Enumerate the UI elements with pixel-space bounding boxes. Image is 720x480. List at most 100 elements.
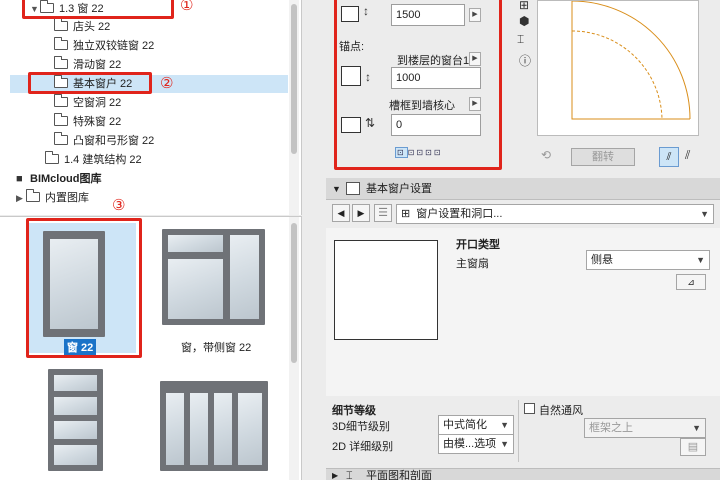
chevron-down-icon: ▼ bbox=[700, 209, 709, 219]
3d-view-icon[interactable]: ⬢ bbox=[519, 14, 529, 28]
tree-item[interactable]: 滑动窗 22 bbox=[53, 56, 122, 74]
folder-icon bbox=[53, 18, 68, 31]
section-header-basic-window[interactable]: ▼ 基本窗户设置 bbox=[326, 178, 720, 200]
thumbnail-window[interactable] bbox=[26, 223, 136, 353]
tree-item[interactable]: 店头 22 bbox=[53, 18, 111, 36]
anchor-reference[interactable]: 到楼层的窗台1 bbox=[397, 52, 469, 68]
chevron-down-icon[interactable]: ▼ bbox=[332, 178, 341, 200]
sill-height-input[interactable]: 1000 bbox=[391, 67, 481, 89]
anchor-option-icon[interactable]: ⊡ bbox=[395, 147, 408, 158]
mirror-left-icon[interactable]: ⫽ bbox=[659, 147, 679, 167]
info-icon[interactable]: ⓘ bbox=[519, 52, 531, 69]
subpanel-nav: ◀ ▶ ☰ ⊞ 窗户设置和洞口... ▼ bbox=[326, 201, 720, 227]
next-panel-button[interactable]: ▶ bbox=[352, 204, 370, 222]
dimension-arrow-icon: ↕ bbox=[365, 70, 371, 84]
folder-icon bbox=[44, 151, 59, 164]
chevron-down-icon: ▼ bbox=[500, 439, 509, 449]
tree-item[interactable]: 独立双铰链窗 22 bbox=[53, 37, 154, 55]
tree-folder-label: 1.4 建筑结构 22 bbox=[64, 154, 142, 166]
opening-type-heading: 开口类型 bbox=[456, 239, 500, 251]
mirror-button[interactable]: 翻转 bbox=[571, 148, 635, 166]
folder-icon bbox=[53, 56, 68, 69]
natural-vent-label: 自然通风 bbox=[539, 405, 583, 417]
mirror-right-icon[interactable]: ⫽ bbox=[685, 148, 690, 163]
anchor-point-selector[interactable]: ⊡ ⊡⊡⊡⊡ bbox=[395, 147, 463, 162]
grid-view-icon[interactable]: ⊞ bbox=[519, 0, 529, 12]
chevron-right-icon[interactable]: ▶ bbox=[332, 469, 338, 480]
detail-3d-value: 中式简化 bbox=[443, 419, 487, 431]
tree-item-label: 滑动窗 22 bbox=[73, 59, 122, 71]
tree-scrollbar[interactable] bbox=[289, 0, 299, 215]
subpanel-label: 窗户设置和洞口... bbox=[416, 208, 503, 220]
detail-level-heading: 细节等级 bbox=[332, 405, 376, 417]
section-view-icon[interactable]: ⌶ bbox=[517, 32, 524, 47]
tree-item[interactable]: 特殊窗 22 bbox=[53, 113, 121, 131]
reveal-label[interactable]: 槽框到墙核心 bbox=[389, 97, 455, 113]
detail-3d-dropdown[interactable]: 中式简化 ▼ bbox=[438, 415, 514, 435]
window-image bbox=[162, 229, 265, 325]
main-sash-label: 主窗扇 bbox=[456, 258, 489, 270]
plan-preview bbox=[537, 0, 699, 136]
divider bbox=[518, 400, 519, 462]
dimension-arrow-icon: ↕ bbox=[363, 4, 369, 18]
chevron-down-icon: ▼ bbox=[696, 255, 705, 265]
folder-icon bbox=[53, 37, 68, 50]
anchor-reference-toggle[interactable]: ▶ bbox=[469, 52, 481, 66]
main-sash-dropdown[interactable]: 侧悬 ▼ bbox=[586, 250, 710, 270]
opening-type-preview bbox=[334, 240, 438, 340]
tree-item[interactable]: 空窗洞 22 bbox=[53, 94, 122, 112]
tree-folder-windows[interactable]: ▼ 1.3 窗 22 bbox=[30, 0, 104, 18]
chevron-down-icon[interactable]: ▼ bbox=[30, 0, 40, 18]
sill-height-icon bbox=[341, 66, 361, 86]
opening-settings: 开口类型 主窗扇 侧悬 ▼ ⊿ bbox=[326, 228, 720, 396]
thumbnail-scrollbar[interactable] bbox=[289, 217, 299, 480]
tree-folder-structure[interactable]: 1.4 建筑结构 22 bbox=[44, 151, 142, 169]
reveal-icon bbox=[341, 117, 361, 133]
grid-icon: ⊞ bbox=[401, 208, 411, 220]
vent-dropdown[interactable]: 框架之上 ▼ bbox=[584, 418, 706, 438]
window-settings-icon bbox=[346, 182, 360, 195]
folder-icon bbox=[53, 75, 68, 88]
subpanel-dropdown[interactable]: ⊞ 窗户设置和洞口... ▼ bbox=[396, 204, 714, 224]
tree-library-bimcloud[interactable]: ■ BIMcloud图库 bbox=[16, 170, 102, 188]
detail-3d-label: 3D细节级别 bbox=[332, 421, 391, 433]
library-icon: ■ bbox=[16, 173, 23, 185]
thumbnail-label: 窗 22 bbox=[64, 339, 97, 355]
rotate-icon: ⟲ bbox=[541, 148, 552, 162]
height-input[interactable]: 1500 bbox=[391, 4, 465, 26]
thumbnail-window-multi[interactable] bbox=[160, 381, 268, 471]
reveal-input[interactable]: 0 bbox=[391, 114, 481, 136]
section-header-plan-section[interactable]: ▶ ⌶ 平面图和剖面 bbox=[326, 468, 720, 480]
detail-2d-dropdown[interactable]: 由模...选项 ▼ bbox=[438, 434, 514, 454]
folder-icon bbox=[53, 113, 68, 126]
library-tree: ▼ 1.3 窗 22 店头 22 独立双铰链窗 22 滑动窗 22 基本窗户 22… bbox=[0, 0, 302, 215]
chevron-down-icon: ▼ bbox=[692, 423, 701, 433]
link-toggle[interactable]: ▶ bbox=[469, 8, 481, 22]
panel-list-icon[interactable]: ☰ bbox=[374, 204, 392, 222]
callout-3: ③ bbox=[112, 196, 126, 214]
tree-item[interactable]: 凸窗和弓形窗 22 bbox=[53, 132, 154, 150]
detail-level-panel: 细节等级 3D细节级别 中式简化 ▼ 2D 详细级别 由模...选项 ▼ 自然通风 … bbox=[326, 396, 720, 466]
tree-item-basic-window[interactable]: 基本窗户 22 bbox=[10, 75, 288, 93]
tree-item-label: 空窗洞 22 bbox=[73, 97, 122, 109]
tree-item-label: 店头 22 bbox=[73, 21, 111, 33]
section-title: 平面图和剖面 bbox=[366, 470, 432, 480]
tree-folder-label: 1.3 窗 22 bbox=[59, 3, 104, 15]
object-thumbnails: 窗 22 窗，带侧窗 22 bbox=[0, 216, 302, 480]
parameters-panel: ↕ 1500 ▶ 锚点: 到楼层的窗台1 ▶ ↕ 1000 槽框到墙核心 ▶ ⇅… bbox=[303, 0, 720, 178]
reveal-toggle[interactable]: ▶ bbox=[469, 97, 481, 111]
anchor-label: 锚点: bbox=[339, 41, 365, 53]
natural-vent-checkbox[interactable] bbox=[524, 403, 535, 414]
thumbnail-window-tall[interactable] bbox=[48, 369, 103, 471]
previous-panel-button[interactable]: ◀ bbox=[332, 204, 350, 222]
chevron-right-icon[interactable]: ▶ bbox=[16, 189, 26, 207]
thumbnail-label: 窗，带侧窗 22 bbox=[181, 342, 252, 354]
vent-dropdown-value: 框架之上 bbox=[589, 422, 633, 434]
vent-options-button[interactable]: ▤ bbox=[680, 438, 706, 456]
thumbnail-window-side[interactable] bbox=[162, 229, 268, 329]
tree-library-builtin[interactable]: ▶ 内置图库 bbox=[16, 189, 89, 207]
sash-options-button[interactable]: ⊿ bbox=[676, 274, 706, 290]
scrollbar-thumb[interactable] bbox=[291, 223, 297, 363]
scrollbar-thumb[interactable] bbox=[291, 4, 297, 154]
callout-2: ② bbox=[160, 74, 174, 92]
